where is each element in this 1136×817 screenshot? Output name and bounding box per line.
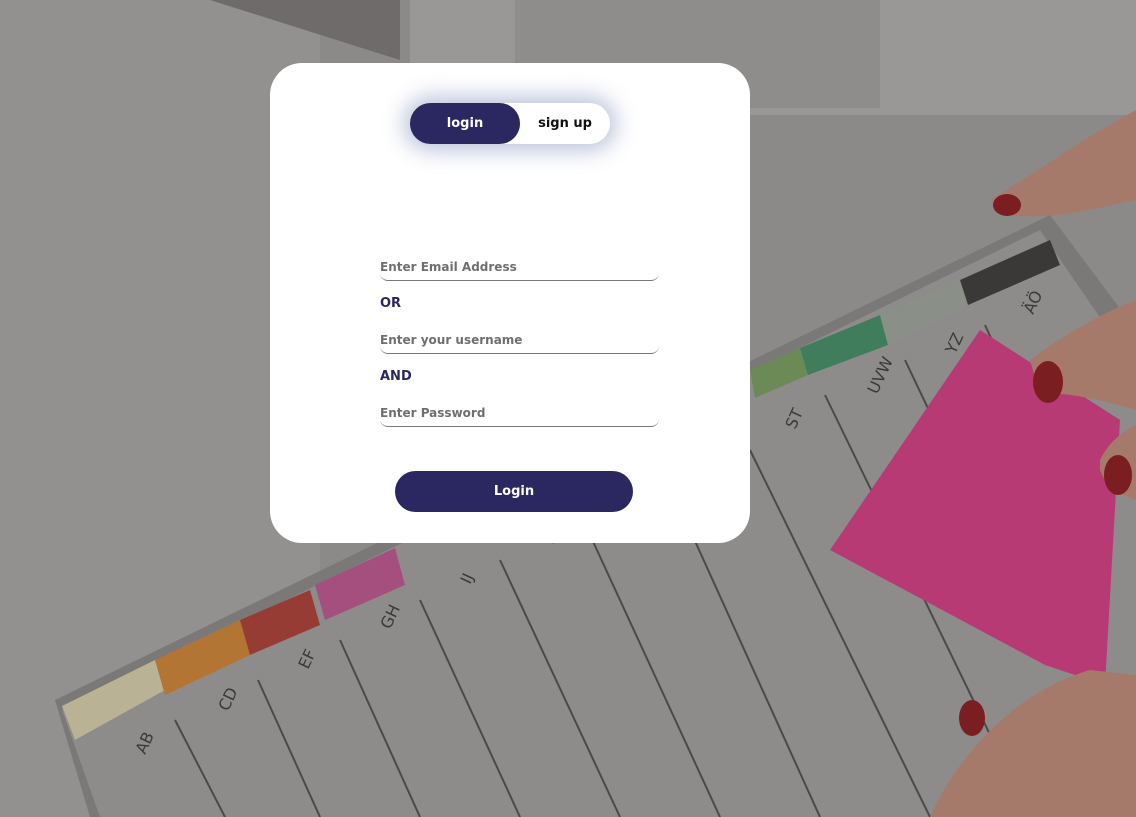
and-separator: AND bbox=[380, 369, 412, 384]
email-input[interactable] bbox=[380, 254, 659, 281]
or-separator: OR bbox=[380, 296, 402, 311]
signup-tab[interactable]: sign up bbox=[520, 103, 610, 144]
login-card: login sign up OR AND Login bbox=[270, 63, 750, 543]
username-input[interactable] bbox=[380, 327, 659, 354]
auth-mode-toggle: login sign up bbox=[410, 103, 610, 144]
login-submit-button[interactable]: Login bbox=[395, 471, 633, 512]
password-input[interactable] bbox=[380, 400, 659, 427]
login-tab[interactable]: login bbox=[410, 103, 520, 144]
